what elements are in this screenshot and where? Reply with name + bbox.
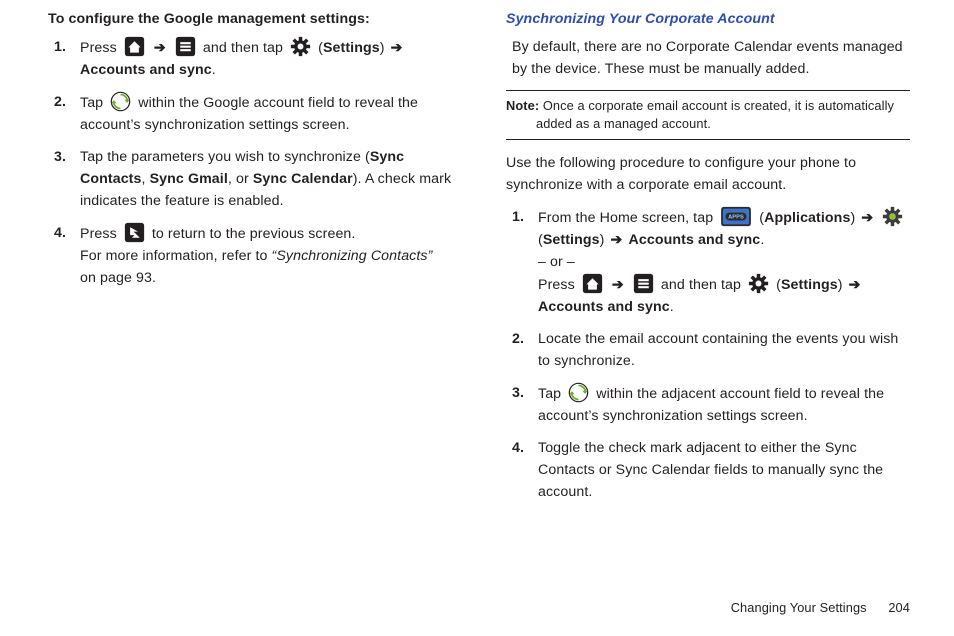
step-body: Press ➔ and then tap ( bbox=[80, 36, 452, 81]
menu-key-icon bbox=[175, 36, 196, 57]
step-number: 3. bbox=[48, 146, 66, 212]
step-body: Toggle the check mark adjacent to either… bbox=[538, 437, 910, 503]
bold-text: Settings bbox=[781, 277, 838, 293]
settings-gear-icon bbox=[290, 36, 311, 57]
bold-text: Settings bbox=[543, 232, 600, 248]
home-key-icon bbox=[124, 36, 145, 57]
left-steps: 1.Press ➔ and then tap bbox=[48, 36, 452, 289]
step-body: Tap within the Google account field to r… bbox=[80, 91, 452, 136]
bold-text: Settings bbox=[323, 40, 380, 56]
svg-text:APPS: APPS bbox=[728, 215, 744, 221]
step-number: 2. bbox=[506, 328, 524, 372]
sync-icon bbox=[568, 382, 589, 403]
list-item: 1.From the Home screen, tap APPS (Applic… bbox=[506, 206, 910, 318]
home-key-icon bbox=[582, 273, 603, 294]
settings-app-icon bbox=[882, 206, 903, 227]
list-item: 4.Toggle the check mark adjacent to eith… bbox=[506, 437, 910, 503]
note-block: Note: Once a corporate email account is … bbox=[506, 90, 910, 140]
menu-key-icon bbox=[633, 273, 654, 294]
list-item: 4.Press to return to the previous screen… bbox=[48, 222, 452, 289]
list-item: 1.Press ➔ and then tap bbox=[48, 36, 452, 81]
right-lead: Use the following procedure to configure… bbox=[506, 152, 910, 196]
right-column: Synchronizing Your Corporate Account By … bbox=[506, 8, 910, 513]
bold-text: Accounts and sync bbox=[538, 299, 670, 315]
step-body: Tap within the adjacent account field to… bbox=[538, 382, 910, 427]
step-number: 1. bbox=[48, 36, 66, 81]
step-number: 3. bbox=[506, 382, 524, 427]
step-body: From the Home screen, tap APPS (Applicat… bbox=[538, 206, 910, 318]
note-label: Note: bbox=[506, 98, 539, 113]
list-item: 2. Locate the email account containing th… bbox=[506, 328, 910, 372]
bold-text: Accounts and sync bbox=[629, 232, 761, 248]
back-key-icon bbox=[124, 222, 145, 243]
sync-icon bbox=[110, 91, 131, 112]
list-item: 2. Tap within the Google account field to… bbox=[48, 91, 452, 136]
settings-gear-icon bbox=[748, 273, 769, 294]
italic-text: “Synchronizing Contacts” bbox=[272, 248, 433, 264]
arrow-icon: ➔ bbox=[608, 232, 628, 248]
note-text: Once a corporate email account is create… bbox=[536, 98, 894, 131]
arrow-icon: ➔ bbox=[847, 277, 863, 293]
step-number: 2. bbox=[48, 91, 66, 136]
left-column: To configure the Google management setti… bbox=[48, 8, 452, 513]
applications-tile-icon: APPS bbox=[720, 206, 752, 227]
bold-text: Accounts and sync bbox=[80, 62, 212, 78]
page-footer: Changing Your Settings 204 bbox=[731, 598, 910, 618]
arrow-icon: ➔ bbox=[389, 40, 405, 56]
step-body: Press to return to the previous screen.F… bbox=[80, 222, 452, 289]
footer-page: 204 bbox=[888, 600, 910, 615]
step-body: Tap the parameters you wish to synchroni… bbox=[80, 146, 452, 212]
arrow-icon: ➔ bbox=[859, 210, 879, 226]
left-heading: To configure the Google management setti… bbox=[48, 8, 452, 30]
right-heading: Synchronizing Your Corporate Account bbox=[506, 8, 910, 30]
bold-text: Sync Contacts bbox=[80, 149, 404, 187]
step-number: 4. bbox=[506, 437, 524, 503]
bold-text: Sync Calendar bbox=[253, 171, 353, 187]
footer-section: Changing Your Settings bbox=[731, 600, 867, 615]
step-number: 1. bbox=[506, 206, 524, 318]
right-intro: By default, there are no Corporate Calen… bbox=[506, 36, 910, 80]
bold-text: Sync Gmail bbox=[150, 171, 228, 187]
list-item: 3. Tap within the adjacent account field … bbox=[506, 382, 910, 427]
right-steps: 1.From the Home screen, tap APPS (Applic… bbox=[506, 206, 910, 503]
arrow-icon: ➔ bbox=[606, 277, 630, 293]
bold-text: Applications bbox=[764, 210, 850, 226]
arrow-icon: ➔ bbox=[148, 40, 172, 56]
list-item: 3.Tap the parameters you wish to synchro… bbox=[48, 146, 452, 212]
step-number: 4. bbox=[48, 222, 66, 289]
step-body: Locate the email account containing the … bbox=[538, 328, 910, 372]
